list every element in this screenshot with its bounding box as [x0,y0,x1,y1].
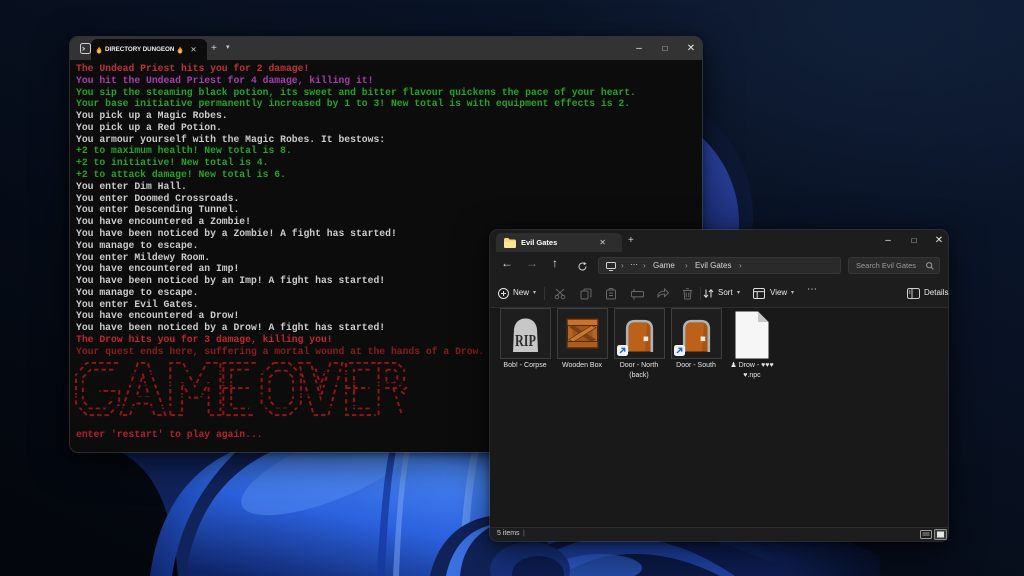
svg-text:RIP: RIP [515,331,536,350]
